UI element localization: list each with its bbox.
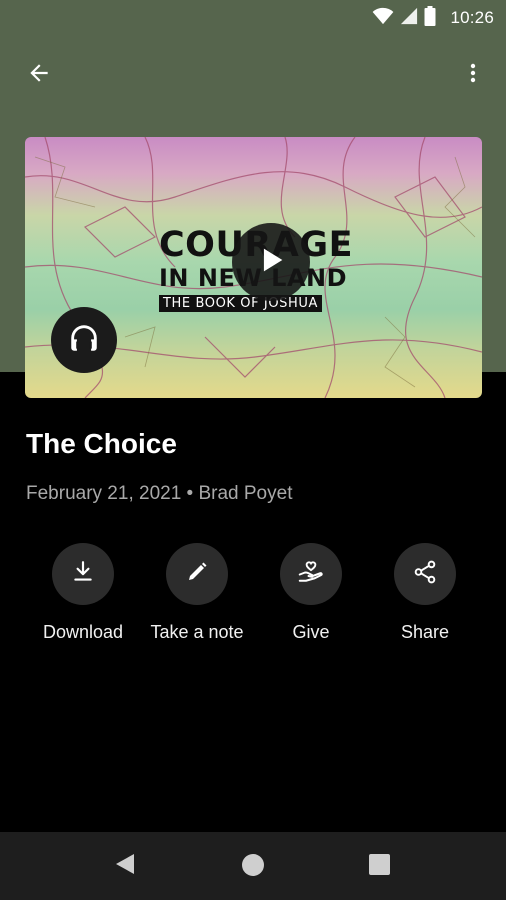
download-label: Download xyxy=(42,622,124,642)
share-label: Share xyxy=(400,622,450,642)
give-circle[interactable] xyxy=(280,543,342,605)
take-a-note-button[interactable]: Take a note xyxy=(137,543,257,643)
system-nav-bar xyxy=(0,832,506,900)
give-hand-heart-icon xyxy=(296,557,326,592)
give-label: Give xyxy=(292,622,330,642)
download-button[interactable]: Download xyxy=(23,543,143,643)
cell-signal-icon xyxy=(400,7,418,30)
give-button[interactable]: Give xyxy=(251,543,371,643)
listen-audio-button[interactable] xyxy=(51,307,117,373)
more-options-button[interactable] xyxy=(452,54,494,96)
top-app-bar xyxy=(0,50,506,98)
status-time: 10:26 xyxy=(450,8,494,27)
arrow-back-icon xyxy=(26,60,52,91)
download-circle[interactable] xyxy=(52,543,114,605)
artwork-line-3: THE BOOK OF JOSHUA xyxy=(159,295,323,312)
back-button[interactable] xyxy=(18,54,60,96)
share-button[interactable]: Share xyxy=(365,543,485,643)
play-button[interactable] xyxy=(232,223,310,301)
status-bar: 10:26 xyxy=(0,0,506,36)
sermon-title: The Choice xyxy=(26,428,177,459)
battery-icon xyxy=(424,5,436,31)
nav-home-icon[interactable] xyxy=(242,854,264,876)
play-icon xyxy=(254,243,288,282)
nav-recents-icon[interactable] xyxy=(369,854,390,875)
download-icon xyxy=(70,559,96,590)
status-icons: 10:26 xyxy=(372,5,494,31)
wifi-icon xyxy=(372,7,394,30)
share-circle[interactable] xyxy=(394,543,456,605)
action-row: Download Take a note Give Share xyxy=(0,543,506,653)
pencil-icon xyxy=(185,560,209,589)
sermon-meta: February 21, 2021 • Brad Poyet xyxy=(26,483,293,504)
headphones-icon xyxy=(67,321,101,360)
nav-back-icon[interactable] xyxy=(114,852,136,881)
take-a-note-circle[interactable] xyxy=(166,543,228,605)
more-vert-icon xyxy=(461,61,485,90)
share-icon xyxy=(412,559,438,590)
sermon-artwork: COURAGE IN NEW LAND THE BOOK OF JOSHUA xyxy=(25,137,482,398)
take-a-note-label: Take a note xyxy=(150,622,244,642)
